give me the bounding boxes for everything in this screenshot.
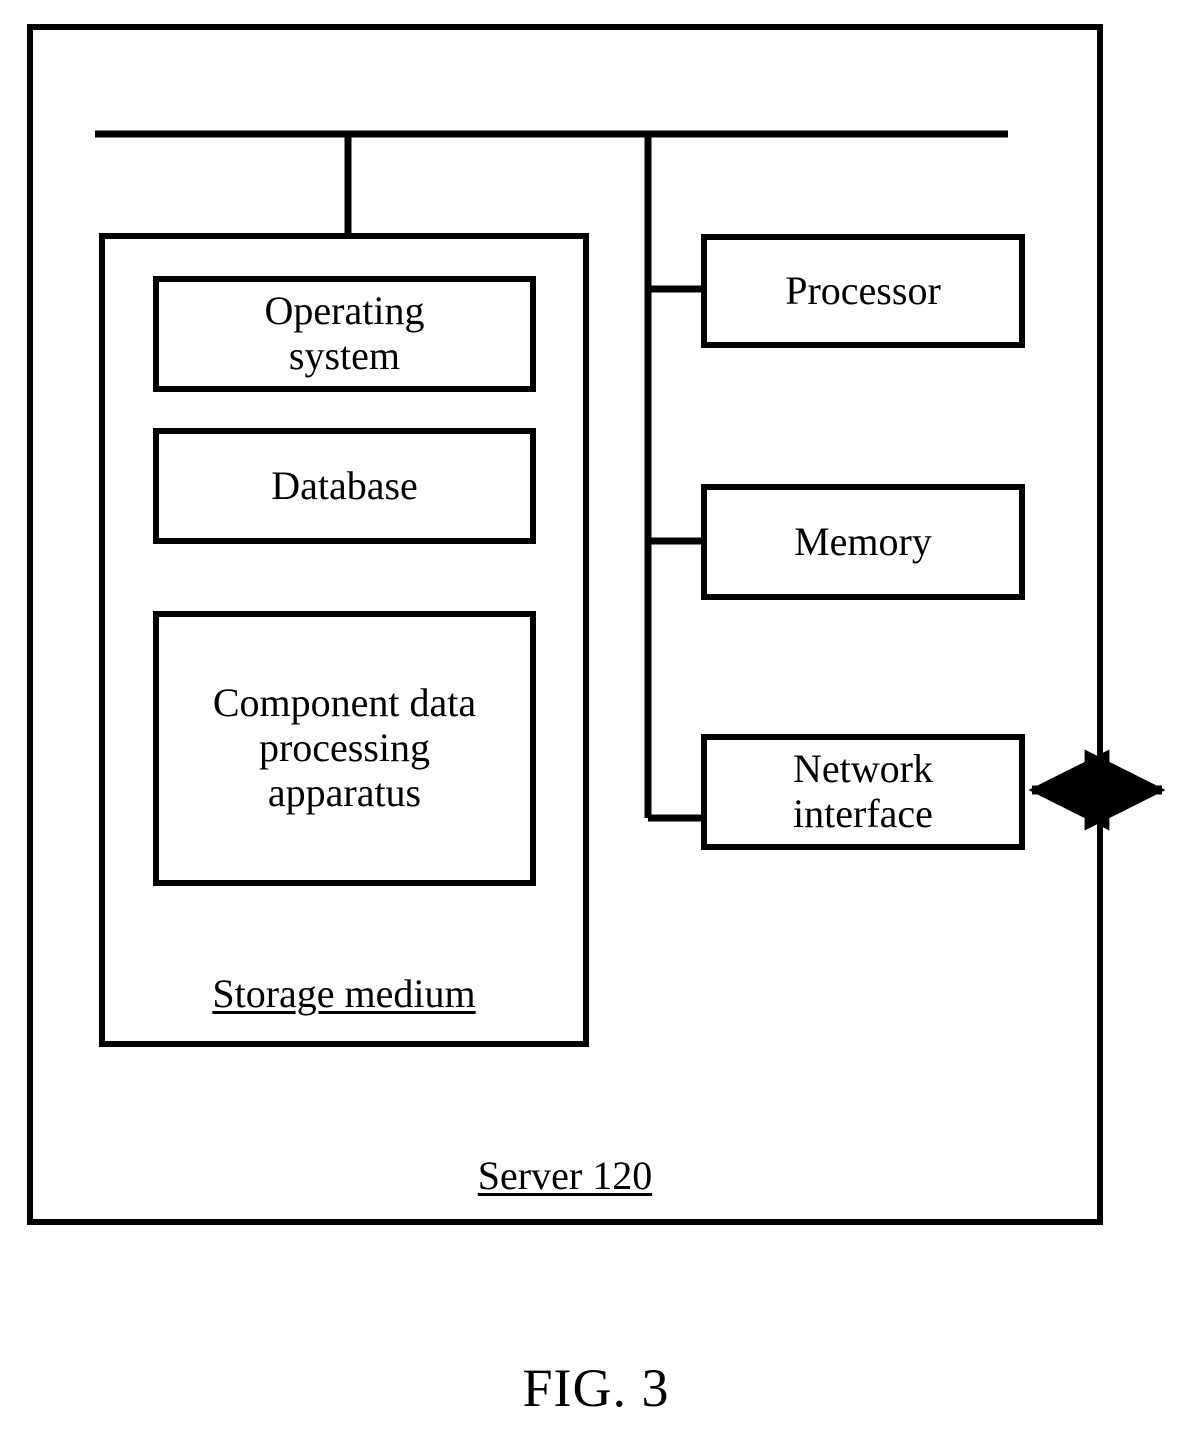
component-data-processing-apparatus-box: [153, 611, 536, 886]
storage-medium-label: Storage medium: [212, 971, 476, 1016]
server-label: Server 120: [477, 1153, 653, 1198]
network-interface-box: [701, 734, 1025, 850]
figure-3: Operating system Database Component data…: [0, 0, 1192, 1435]
storage-medium-box: [99, 233, 589, 1047]
figure-caption: FIG. 3: [522, 1358, 670, 1418]
operating-system-box: [153, 276, 536, 392]
database-box: [153, 428, 536, 544]
processor-box: [701, 234, 1025, 348]
memory-box: [701, 484, 1025, 600]
diagram-lines: [27, 24, 1166, 1225]
